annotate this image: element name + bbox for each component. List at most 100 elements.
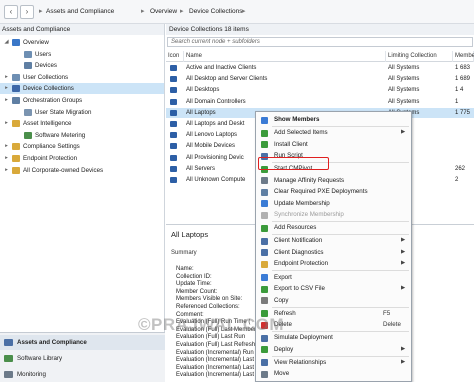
menu-item-install-client[interactable]: Install Client: [256, 139, 411, 151]
menu-item-endpoint-protection[interactable]: Endpoint Protection ▶: [256, 258, 411, 270]
menu-item-label: Update Membership: [274, 199, 330, 207]
workspace-software-library[interactable]: Software Library: [0, 351, 165, 366]
submenu-arrow-icon: ▶: [401, 285, 406, 291]
menu-item-label: Client Notification: [274, 237, 323, 245]
tree-item-devices[interactable]: Devices: [0, 60, 164, 71]
column-header-limiting-collection[interactable]: Limiting Collection: [386, 51, 453, 62]
tree-item-label: All Corporate-owned Devices: [23, 166, 104, 174]
column-header-member-count[interactable]: Member: [453, 51, 474, 62]
manage-affinity-requests-icon: [261, 177, 268, 185]
breadcrumb-assets-and-compliance[interactable]: Assets and Compliance: [46, 8, 114, 15]
menu-item-client-notification[interactable]: Client Notification ▶: [256, 235, 411, 247]
search-input[interactable]: Search current node + subfolders: [167, 37, 473, 47]
menu-item-copy[interactable]: Copy: [256, 295, 411, 307]
limiting-collection: All Systems: [388, 65, 420, 71]
submenu-arrow-icon: ▶: [401, 129, 406, 136]
tree-item-software-metering[interactable]: Software Metering: [0, 130, 164, 141]
collection-name: Active and Inactive Clients: [186, 65, 257, 71]
synchronize-membership-icon: [261, 211, 268, 219]
back-button[interactable]: ‹: [4, 5, 18, 19]
column-header-icon[interactable]: Icon: [166, 51, 184, 62]
submenu-arrow-icon: ▶: [401, 260, 406, 267]
tree-item-label: User Collections: [23, 73, 69, 81]
menu-item-label: Endpoint Protection: [274, 260, 329, 268]
tree-item-endpoint-protection[interactable]: ▸ Endpoint Protection: [0, 153, 164, 164]
expand-arrow-icon[interactable]: ▸: [3, 153, 10, 164]
clear-required-pxe-deployments-icon: [261, 188, 268, 196]
workspace-label: Software Library: [17, 355, 63, 362]
collapse-arrow-icon[interactable]: ◢: [3, 37, 10, 48]
detail-label: Update Time:: [176, 281, 212, 288]
expand-arrow-icon[interactable]: ▸: [3, 165, 10, 176]
menu-item-add-selected-items[interactable]: Add Selected Items ▶: [256, 127, 411, 139]
menu-item-deploy[interactable]: Deploy ▶: [256, 344, 411, 356]
menu-item-export[interactable]: Export: [256, 272, 411, 284]
move-icon: [261, 370, 268, 378]
table-row[interactable]: All Desktops All Systems 1 4: [166, 85, 474, 95]
add-selected-items-icon: [261, 129, 268, 137]
tree-item-all-corporate-owned-devices[interactable]: ▸ All Corporate-owned Devices: [0, 165, 164, 176]
collection-icon: [170, 165, 177, 172]
tree-item-device-collections[interactable]: ▸ Device Collections: [0, 83, 164, 95]
tree-item-asset-intelligence[interactable]: ▸ Asset Intelligence: [0, 118, 164, 129]
breadcrumb-separator: ▸: [242, 8, 246, 15]
tree-item-users[interactable]: Users: [0, 49, 164, 60]
workspace-label: Assets and Compliance: [17, 339, 87, 346]
menu-item-view-relationships[interactable]: View Relationships ▶: [256, 357, 411, 369]
detail-label: Collection ID:: [176, 273, 212, 280]
tree-item-label: Devices: [35, 62, 58, 70]
forward-button[interactable]: ›: [20, 5, 34, 19]
submenu-arrow-icon: ▶: [401, 248, 406, 255]
breadcrumb-overview[interactable]: Overview: [150, 8, 177, 15]
member-count: 1 4: [455, 87, 464, 94]
breadcrumb-separator: ▸: [180, 8, 184, 15]
navigation-bar: ‹ › ▸ Assets and Compliance ▸ Overview ▸…: [0, 0, 474, 24]
menu-item-clear-required-pxe-deployments[interactable]: Clear Required PXE Deployments: [256, 186, 411, 198]
menu-item-label: Synchronize Membership: [274, 211, 344, 219]
collection-icon: [170, 143, 177, 150]
menu-item-client-diagnostics[interactable]: Client Diagnostics ▶: [256, 247, 411, 259]
collection-icon: [170, 177, 177, 183]
submenu-arrow-icon: ▶: [401, 345, 406, 352]
menu-item-update-membership[interactable]: Update Membership: [256, 198, 411, 210]
pane-title: Assets and Compliance: [0, 24, 164, 35]
menu-item-show-members[interactable]: Show Members: [256, 114, 411, 126]
member-count: 1: [455, 98, 459, 105]
menu-item-label: Manage Affinity Requests: [274, 176, 345, 184]
expand-arrow-icon[interactable]: ▸: [3, 83, 10, 94]
menu-item-manage-affinity-requests[interactable]: Manage Affinity Requests: [256, 175, 411, 187]
tree-item-label: Software Metering: [35, 131, 86, 139]
collection-name: All Lenovo Laptops: [186, 132, 238, 139]
collection-name: All Domain Controllers: [186, 98, 246, 105]
tree-item-orchestration-groups[interactable]: ▸ Orchestration Groups: [0, 95, 164, 106]
menu-item-move[interactable]: Move: [256, 368, 411, 380]
highlight-box: [258, 157, 329, 170]
tree-item-compliance-settings[interactable]: ▸ Compliance Settings: [0, 141, 164, 152]
tree-item-user-collections[interactable]: ▸ User Collections: [0, 72, 164, 83]
workspace-monitoring[interactable]: Monitoring: [0, 367, 165, 382]
table-row[interactable]: Active and Inactive Clients All Systems 1 …: [166, 63, 474, 73]
folder-icon: [12, 73, 20, 81]
folder-icon: [24, 62, 32, 70]
breadcrumb-device-collections[interactable]: Device Collections: [189, 8, 242, 15]
table-row[interactable]: All Domain Controllers All Systems 1: [166, 97, 474, 107]
client-notification-icon: [261, 237, 268, 245]
table-row[interactable]: All Desktop and Server Clients All System…: [166, 74, 474, 84]
expand-arrow-icon[interactable]: ▸: [3, 118, 10, 129]
tree-item-label: Asset Intelligence: [23, 120, 72, 128]
expand-arrow-icon[interactable]: ▸: [3, 95, 10, 106]
column-header-name[interactable]: Name: [184, 51, 386, 62]
menu-item-export-to-csv-file[interactable]: Export to CSV File ▶: [256, 283, 411, 295]
tree-item-label: Overview: [23, 39, 49, 46]
limiting-collection: All Systems: [388, 98, 420, 105]
tab-summary[interactable]: Summary: [171, 250, 197, 256]
watermark: ©PRAJWAL.COM: [138, 315, 285, 334]
expand-arrow-icon[interactable]: ▸: [3, 72, 10, 83]
workspace-assets-and-compliance[interactable]: Assets and Compliance: [0, 335, 165, 350]
menu-item-add-resources[interactable]: Add Resources: [256, 222, 411, 234]
tree-item-user-state-migration[interactable]: User State Migration: [0, 107, 164, 118]
expand-arrow-icon[interactable]: ▸: [3, 141, 10, 152]
menu-item-label: Move: [274, 370, 290, 378]
tree-item-overview[interactable]: ◢ Overview: [0, 37, 164, 48]
member-count: 2: [455, 177, 459, 183]
